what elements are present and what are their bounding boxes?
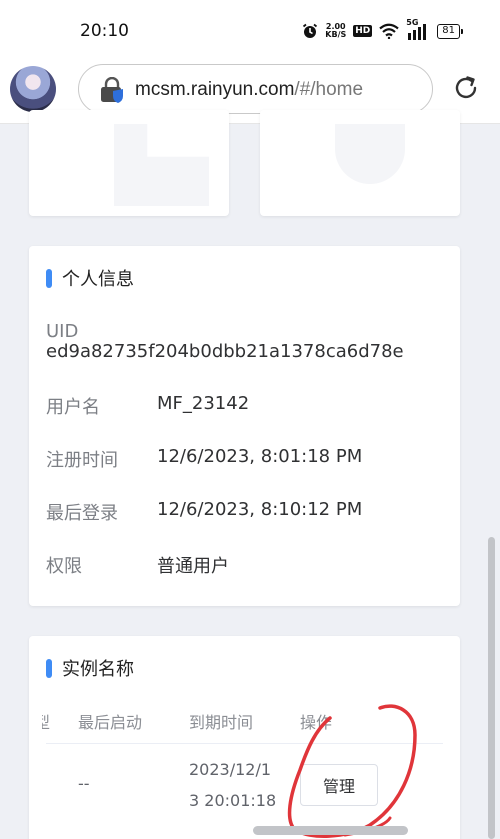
status-time: 20:10: [80, 21, 129, 41]
dashboard-card: [260, 110, 460, 216]
permission-label: 权限: [46, 556, 82, 577]
expire-cell-line1: 2023/12/1: [189, 760, 272, 779]
manage-button[interactable]: 管理: [300, 764, 378, 806]
lock-icon[interactable]: [99, 77, 125, 103]
register-time-label: 注册时间: [46, 450, 118, 471]
hd-badge: HD: [353, 25, 373, 37]
status-icons: 2.00 KB/S HD 5G 81: [302, 18, 463, 40]
instance-card: 实例名称 型 最后启动 到期时间 操作 -- 2023/12/1 3 20:01…: [29, 636, 460, 839]
alarm-icon: [303, 23, 318, 38]
signal-icon: 5G: [406, 18, 430, 40]
battery-icon: 81: [437, 23, 463, 39]
permission-value: 普通用户: [157, 556, 229, 577]
personal-info-card: 个人信息 UID ed9a82735f204b0dbb21a1378ca6d78…: [29, 246, 460, 606]
url-text[interactable]: mcsm.rainyun.com/#/home: [135, 79, 363, 101]
address-bar[interactable]: mcsm.rainyun.com/#/home: [78, 64, 433, 114]
url-path: /#/home: [294, 79, 364, 100]
title-accent-bar: [46, 268, 52, 288]
url-host: mcsm.rainyun.com: [135, 79, 295, 100]
network-type: 5G: [406, 18, 419, 27]
username-label: 用户名: [46, 397, 100, 418]
avatar[interactable]: [10, 66, 56, 112]
uid-label: UID: [46, 321, 79, 342]
column-header-last-start: 最后启动: [78, 713, 143, 732]
wifi-icon: [379, 23, 399, 39]
last-login-value: 12/6/2023, 8:10:12 PM: [157, 499, 363, 520]
speed-unit: KB/S: [325, 30, 347, 39]
expire-cell-line2: 3 20:01:18: [189, 791, 277, 810]
header-divider: [46, 743, 443, 744]
card-illustration: [114, 124, 209, 206]
bulb-illustration: [335, 124, 405, 184]
uid-value: ed9a82735f204b0dbb21a1378ca6d78e: [46, 341, 404, 362]
instance-table[interactable]: 型 最后启动 到期时间 操作 -- 2023/12/1 3 20:01:18 管…: [29, 636, 460, 839]
last-start-cell: --: [78, 774, 90, 793]
reload-icon[interactable]: [452, 74, 480, 102]
username-value: MF_23142: [157, 393, 250, 414]
last-login-label: 最后登录: [46, 503, 118, 524]
column-header-expire: 到期时间: [189, 713, 254, 732]
personal-info-title: 个人信息: [62, 269, 134, 290]
card-title: 个人信息: [46, 265, 134, 291]
dashboard-card: [29, 110, 229, 216]
register-time-value: 12/6/2023, 8:01:18 PM: [157, 446, 363, 467]
column-header-action: 操作: [300, 713, 333, 732]
status-bar: 20:10 2.00 KB/S HD 5G 81: [0, 0, 500, 62]
horizontal-scrollbar[interactable]: [253, 826, 408, 835]
vertical-scrollbar[interactable]: [488, 537, 495, 839]
network-speed: 2.00 KB/S: [325, 23, 346, 39]
column-header-type: 型: [42, 709, 50, 733]
